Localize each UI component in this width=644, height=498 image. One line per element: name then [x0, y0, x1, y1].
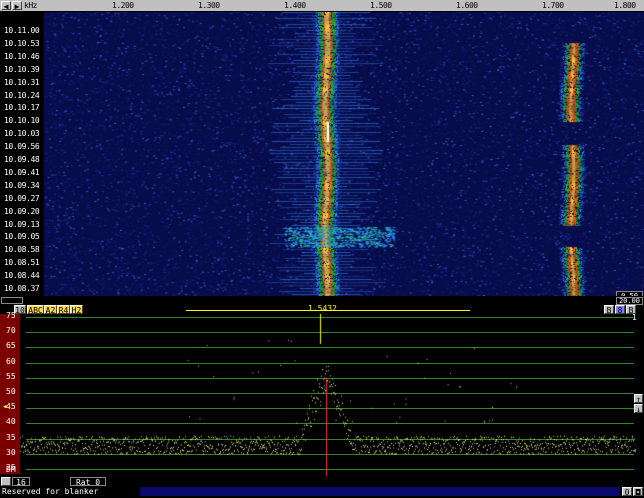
timestamp-label: 10.09.05	[4, 232, 40, 242]
level-label: 65	[6, 341, 16, 351]
status-toggle[interactable]	[1, 477, 11, 486]
level-label: 60	[6, 356, 16, 366]
scroll-down-icon[interactable]: ↓	[634, 404, 643, 414]
timestamp-label: 10.08.58	[4, 245, 40, 255]
scroll-up-icon[interactable]: ↑	[634, 394, 643, 404]
close-icon[interactable]: ◘	[633, 487, 643, 497]
unit-label: kHz	[24, 1, 37, 10]
message-box: Reserved for blanker	[0, 487, 140, 496]
level-label: 40	[6, 417, 16, 427]
waterfall-range: 20.00	[616, 297, 643, 305]
timestamp-label: 10.10.03	[4, 129, 40, 139]
timestamp-label: 10.09.34	[4, 180, 40, 190]
timestamp-label: 10.09.56	[4, 142, 40, 152]
count-a: 16	[12, 477, 30, 487]
rat-box: Rat 0	[70, 477, 106, 487]
control-bar: 10 ABC A2 R4 H2 1.5432 20.00 B 8 B 1	[0, 296, 644, 322]
right-counter: 0	[622, 487, 632, 497]
freq-tick: 1.500	[370, 1, 392, 10]
timestamp-label: 10.11.00	[4, 26, 40, 35]
freq-tick: 1.200	[112, 1, 134, 10]
timestamp-column: 10.11.00 10.10.53 10.10.46 10.10.39 10.10.31…	[0, 12, 44, 306]
timestamp-label: 10.09.20	[4, 206, 40, 216]
timestamp-label: 10.09.48	[4, 155, 40, 164]
frequency-ruler: ◀ ▶ kHz 1.200 1.300 1.400 1.500 1.600 1.…	[0, 0, 644, 11]
timestamp-label: 10.10.24	[4, 90, 40, 100]
timestamp-label: 10.09.27	[4, 193, 40, 203]
level-label: 45	[6, 402, 16, 412]
rat-value: 0	[95, 478, 101, 487]
scroll-handle[interactable]	[1, 297, 23, 304]
progress-strip	[140, 487, 620, 496]
level-label: 30	[6, 447, 16, 457]
waterfall-display[interactable]	[44, 12, 644, 296]
timestamp-label: 10.10.39	[4, 64, 40, 74]
timestamp-label: 10.08.51	[4, 258, 40, 268]
right-button-b[interactable]: B	[604, 305, 614, 315]
timestamp-label: 10.08.44	[4, 271, 40, 281]
timestamp-label: 10.08.37	[4, 284, 40, 293]
status-bar: 16 Rat 0 Reserved for blanker 0 ◘	[0, 476, 644, 497]
level-label: 75	[6, 311, 16, 320]
timestamp-label: 10.10.31	[4, 77, 40, 87]
timestamp-label: 10.10.53	[4, 38, 40, 48]
left-arrow-icon[interactable]: ◀	[1, 1, 11, 11]
timestamp-label: 10.10.17	[4, 103, 40, 113]
freq-tick: 1.400	[284, 1, 306, 10]
right-button-8[interactable]: 8	[615, 305, 625, 315]
status-message: Reserved for blanker	[2, 487, 99, 496]
level-arrow-icon: ◂	[2, 402, 8, 412]
freq-tick: 1.700	[542, 1, 564, 10]
timestamp-label: 10.09.41	[4, 167, 40, 177]
level-label: 50	[6, 387, 16, 396]
timestamp-label: 10.10.10	[4, 116, 40, 126]
right-arrow-icon[interactable]: ▶	[12, 1, 22, 11]
freq-tick: 1.800	[614, 1, 636, 10]
level-label: 35	[6, 432, 16, 442]
spectrum-trace[interactable]	[20, 314, 636, 476]
marker-frequency: 1.5432	[308, 304, 337, 313]
timestamp-label: 10.10.46	[4, 51, 40, 61]
mode-button-abc[interactable]: ABC	[27, 305, 44, 315]
timestamp-label: 10.09.13	[4, 219, 40, 229]
spectrum-panel: 75 70 65 60 55 50 45 40 35 30 25 ◂ ↑ ↓ DM	[0, 311, 644, 484]
freq-tick: 1.300	[198, 1, 220, 10]
mode-button-h2[interactable]: H2	[70, 305, 83, 315]
rat-label: Rat	[75, 478, 91, 487]
freq-tick: 1.600	[456, 1, 478, 10]
level-label: 70	[6, 326, 16, 336]
level-label: 55	[6, 371, 16, 381]
dm-label: DM	[6, 465, 16, 474]
mode-button-a2[interactable]: A2	[44, 305, 57, 315]
mode-button-r4[interactable]: R4	[57, 305, 70, 315]
